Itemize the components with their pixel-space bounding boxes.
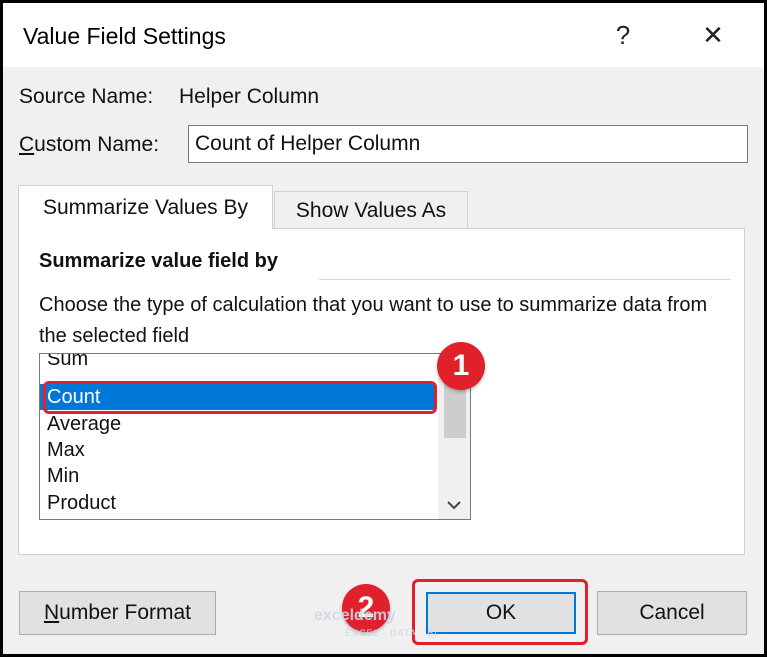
list-item-count[interactable]: Count bbox=[40, 384, 436, 410]
source-name-value: Helper Column bbox=[179, 85, 320, 108]
value-field-settings-dialog: Value Field Settings ? ✕ Source Name: He… bbox=[3, 3, 764, 654]
panel-description: Choose the type of calculation that you … bbox=[39, 294, 708, 347]
section-divider bbox=[319, 279, 731, 280]
custom-name-input[interactable] bbox=[188, 125, 748, 163]
close-button[interactable]: ✕ bbox=[689, 13, 737, 57]
ok-button[interactable]: OK bbox=[426, 592, 576, 634]
title-bar: Value Field Settings ? ✕ bbox=[3, 3, 764, 67]
chevron-down-icon[interactable] bbox=[438, 493, 470, 517]
dialog-title: Value Field Settings bbox=[23, 23, 226, 49]
tab-show-values-as[interactable]: Show Values As bbox=[274, 191, 468, 229]
watermark-logo: exceldemy bbox=[314, 607, 396, 624]
calculation-listbox[interactable]: Sum Count Average Max Min Product bbox=[39, 353, 471, 520]
source-name-label: Source Name: bbox=[19, 85, 154, 108]
step-badge-1: 1 bbox=[437, 342, 485, 390]
help-button[interactable]: ? bbox=[599, 13, 647, 57]
list-item-min[interactable]: Min bbox=[40, 463, 436, 489]
cancel-button[interactable]: Cancel bbox=[597, 591, 747, 635]
watermark-subtitle: EXCEL · DATA · BI bbox=[345, 628, 438, 638]
custom-name-label: Custom Name: bbox=[19, 133, 160, 156]
tab-summarize-values-by[interactable]: Summarize Values By bbox=[18, 185, 273, 229]
list-item-max[interactable]: Max bbox=[40, 437, 436, 463]
list-item-product[interactable]: Product bbox=[40, 490, 436, 516]
list-item-sum[interactable]: Sum bbox=[40, 354, 436, 372]
section-title: Summarize value field by bbox=[39, 250, 278, 272]
number-format-button[interactable]: Number Format bbox=[19, 591, 216, 635]
list-item-average[interactable]: Average bbox=[40, 411, 436, 437]
summarize-panel: Summarize value field by Choose the type… bbox=[18, 228, 745, 555]
